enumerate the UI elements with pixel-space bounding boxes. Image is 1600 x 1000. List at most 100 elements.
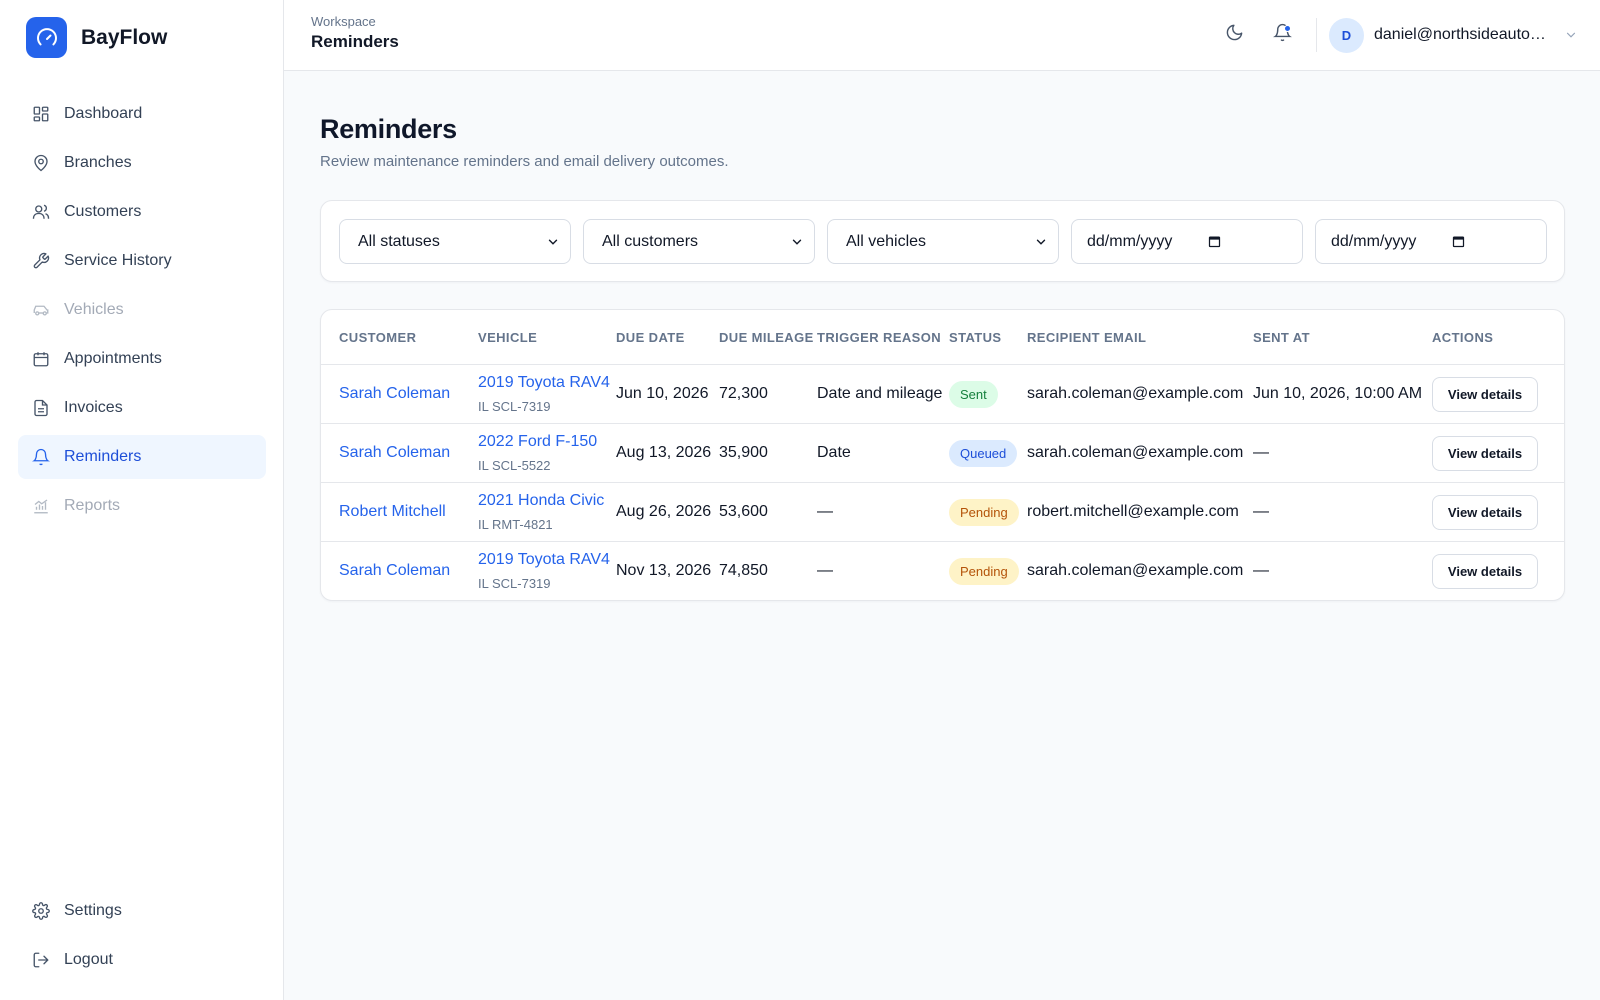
sidebar-item-label: Dashboard xyxy=(64,105,143,122)
calendar-icon[interactable] xyxy=(1207,234,1222,249)
column-header: RECIPIENT EMAIL xyxy=(1027,330,1147,345)
customer-filter-select[interactable]: All customers xyxy=(583,219,815,264)
view-details-button[interactable]: View details xyxy=(1432,377,1538,412)
chevron-down-icon xyxy=(790,235,804,249)
trigger-reason: Date xyxy=(817,444,851,461)
column-header: STATUS xyxy=(949,330,1002,345)
status-badge: Pending xyxy=(949,558,1019,585)
customer-link[interactable]: Sarah Coleman xyxy=(339,562,450,580)
table-row: Sarah Coleman 2019 Toyota RAV4 IL SCL-73… xyxy=(321,542,1564,600)
sidebar-item-label: Settings xyxy=(64,902,122,919)
vehicle-link[interactable]: 2021 Honda Civic xyxy=(478,492,604,510)
bell-icon xyxy=(31,448,50,467)
column-header: ACTIONS xyxy=(1432,330,1494,345)
recipient-email: sarah.coleman@example.com xyxy=(1027,444,1244,461)
sidebar-item-label: Reports xyxy=(64,497,121,514)
vehicle-plate: IL RMT-4821 xyxy=(478,517,553,532)
view-details-button[interactable]: View details xyxy=(1432,436,1538,471)
sidebar-item-branches[interactable]: Branches xyxy=(18,141,266,185)
column-header: VEHICLE xyxy=(478,330,538,345)
chevron-down-icon xyxy=(1034,235,1048,249)
filter-bar: All statuses All customers All vehicles … xyxy=(320,200,1565,282)
recipient-email: sarah.coleman@example.com xyxy=(1027,385,1244,402)
table-header: CUSTOMER VEHICLE DUE DATE DUE MILEAGE TR… xyxy=(321,310,1564,365)
header-title: Reminders xyxy=(311,32,399,51)
sidebar-item-reminders[interactable]: Reminders xyxy=(18,435,266,479)
sidebar-item-appointments[interactable]: Appointments xyxy=(18,337,266,381)
wrench-icon xyxy=(31,252,50,271)
map-pin-icon xyxy=(31,154,50,173)
vehicle-filter-select[interactable]: All vehicles xyxy=(827,219,1059,264)
status-badge: Sent xyxy=(949,381,998,408)
sidebar-item-label: Logout xyxy=(64,951,113,968)
sidebar-item-dashboard[interactable]: Dashboard xyxy=(18,92,266,136)
status-badge: Queued xyxy=(949,440,1018,467)
column-header: SENT AT xyxy=(1253,330,1310,345)
date-from-input[interactable]: dd/mm/yyyy xyxy=(1071,219,1303,264)
due-mileage: 74,850 xyxy=(719,562,768,579)
vehicle-link[interactable]: 2019 Toyota RAV4 xyxy=(478,551,610,569)
due-date: Nov 13, 2026 xyxy=(616,562,712,579)
sent-at: — xyxy=(1253,444,1269,461)
column-header: TRIGGER REASON xyxy=(817,330,942,345)
status-badge: Pending xyxy=(949,499,1019,526)
due-date: Aug 26, 2026 xyxy=(616,503,712,520)
view-details-button[interactable]: View details xyxy=(1432,554,1538,589)
calendar-icon[interactable] xyxy=(1451,234,1466,249)
customer-link[interactable]: Sarah Coleman xyxy=(339,385,450,403)
customer-link[interactable]: Robert Mitchell xyxy=(339,503,446,521)
date-to-value: dd/mm/yyyy xyxy=(1331,232,1417,250)
status-filter-select[interactable]: All statuses xyxy=(339,219,571,264)
sidebar-item-logout[interactable]: Logout xyxy=(18,938,266,982)
vehicle-plate: IL SCL-7319 xyxy=(478,576,551,591)
vehicle-link[interactable]: 2022 Ford F-150 xyxy=(478,433,597,451)
customer-filter-value: All customers xyxy=(602,232,699,250)
sidebar-nav: Dashboard Branches Customers Service His… xyxy=(18,92,266,533)
trigger-reason: — xyxy=(817,503,833,520)
view-details-button[interactable]: View details xyxy=(1432,495,1538,530)
sidebar-item-vehicles: Vehicles xyxy=(18,288,266,332)
column-header: DUE DATE xyxy=(616,330,685,345)
chevron-down-icon xyxy=(1564,28,1578,42)
sidebar-item-label: Branches xyxy=(64,154,132,171)
sidebar-item-label: Reminders xyxy=(64,448,142,465)
sidebar-item-label: Vehicles xyxy=(64,301,124,318)
sent-at: Jun 10, 2026, 10:00 AM xyxy=(1253,385,1423,402)
column-header: DUE MILEAGE xyxy=(719,330,814,345)
sent-at: — xyxy=(1253,562,1269,579)
table-row: Sarah Coleman 2019 Toyota RAV4 IL SCL-73… xyxy=(321,365,1564,424)
breadcrumb-workspace: Workspace xyxy=(311,14,376,29)
gauge-icon xyxy=(26,17,67,58)
chevron-down-icon xyxy=(546,235,560,249)
logout-icon xyxy=(31,951,50,970)
notification-dot xyxy=(1284,25,1291,32)
trigger-reason: — xyxy=(817,562,833,579)
sidebar-item-label: Customers xyxy=(64,203,142,220)
sidebar-item-invoices[interactable]: Invoices xyxy=(18,386,266,430)
customer-link[interactable]: Sarah Coleman xyxy=(339,444,450,462)
notifications-button[interactable] xyxy=(1262,15,1302,55)
brand[interactable]: BayFlow xyxy=(26,17,167,58)
theme-toggle-button[interactable] xyxy=(1214,15,1254,55)
sidebar: BayFlow Dashboard Branches Customers Ser… xyxy=(0,0,284,1000)
brand-name: BayFlow xyxy=(81,25,168,49)
page-title: Reminders xyxy=(320,114,457,144)
sidebar-item-label: Service History xyxy=(64,252,172,269)
sidebar-item-settings[interactable]: Settings xyxy=(18,889,266,933)
due-date: Jun 10, 2026 xyxy=(616,385,709,402)
date-to-input[interactable]: dd/mm/yyyy xyxy=(1315,219,1547,264)
avatar: D xyxy=(1329,17,1364,53)
vehicle-link[interactable]: 2019 Toyota RAV4 xyxy=(478,374,610,392)
sidebar-item-customers[interactable]: Customers xyxy=(18,190,266,234)
user-email: daniel@northsideautomotive.com xyxy=(1374,26,1550,43)
recipient-email: robert.mitchell@example.com xyxy=(1027,503,1239,520)
breadcrumb: Workspace Reminders xyxy=(311,14,399,52)
sidebar-item-service-history[interactable]: Service History xyxy=(18,239,266,283)
vehicle-plate: IL SCL-5522 xyxy=(478,458,551,473)
due-date: Aug 13, 2026 xyxy=(616,444,712,461)
user-menu[interactable]: D daniel@northsideautomotive.com xyxy=(1329,17,1600,53)
sidebar-bottom: Settings Logout xyxy=(18,889,266,987)
dashboard-icon xyxy=(31,105,50,124)
recipient-email: sarah.coleman@example.com xyxy=(1027,562,1244,579)
trigger-reason: Date and mileage xyxy=(817,385,943,402)
